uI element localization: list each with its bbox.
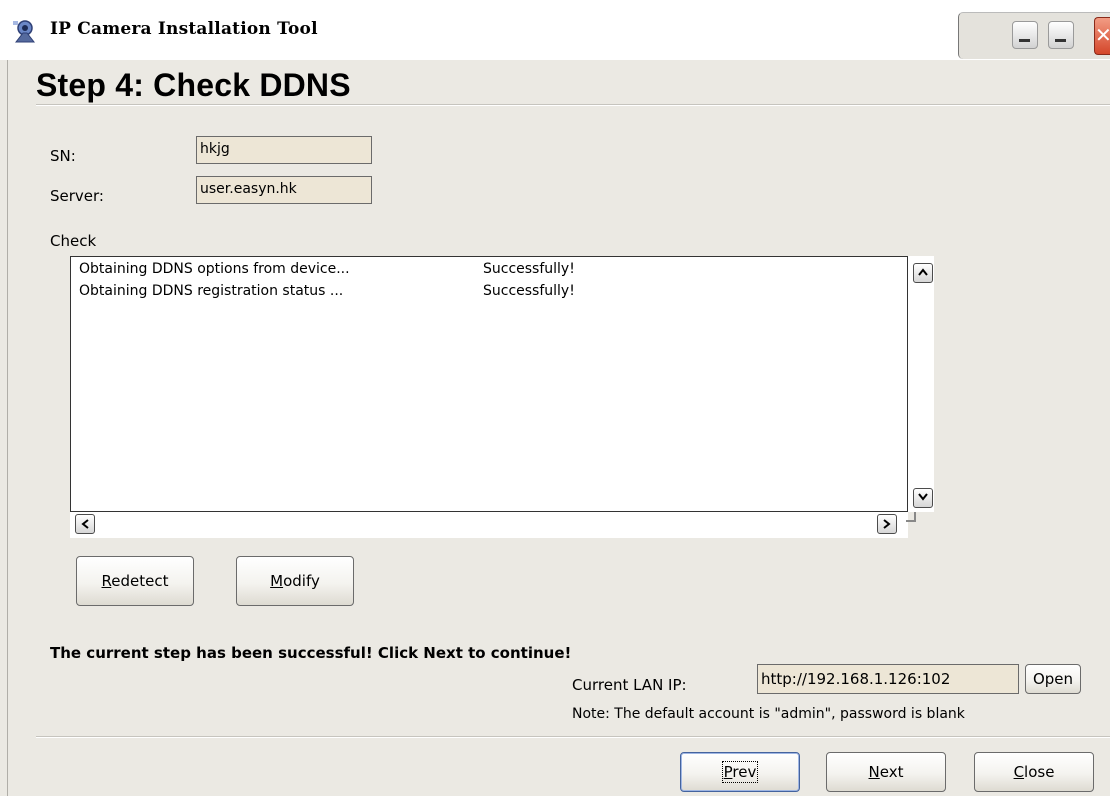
window-title: IP Camera Installation Tool	[50, 19, 318, 39]
modify-mnemonic: M	[270, 572, 284, 590]
title-bar: IP Camera Installation Tool ✕	[0, 0, 1110, 60]
log-result: Successfully!	[483, 283, 575, 299]
lan-ip-field[interactable]: http://192.168.1.126:102	[757, 664, 1019, 694]
maximize-button[interactable]	[1048, 21, 1074, 49]
resize-grip[interactable]	[906, 512, 916, 522]
open-button[interactable]: Open	[1025, 664, 1081, 694]
prev-label: rev	[732, 763, 757, 781]
minimize-icon	[1019, 39, 1030, 42]
log-result: Successfully!	[483, 261, 575, 277]
close-window-button[interactable]: ✕	[1094, 17, 1110, 55]
check-label: Check	[50, 232, 97, 250]
close-mnemonic: C	[1013, 763, 1025, 781]
page-title: Step 4: Check DDNS	[36, 67, 351, 103]
scroll-right-button[interactable]	[877, 514, 897, 534]
chevron-down-icon	[918, 493, 928, 501]
footer-divider	[36, 736, 1110, 738]
modify-label: odify	[283, 572, 320, 590]
redetect-button[interactable]: Redetect	[76, 556, 194, 606]
close-icon: ✕	[1095, 23, 1110, 47]
default-account-note: Note: The default account is "admin", pa…	[572, 706, 965, 722]
chevron-left-icon	[81, 519, 89, 529]
vertical-scrollbar[interactable]	[908, 256, 934, 512]
server-field[interactable]: user.easyn.hk	[196, 176, 372, 204]
redetect-mnemonic: R	[101, 572, 112, 590]
next-mnemonic: N	[868, 763, 880, 781]
scroll-left-button[interactable]	[75, 514, 95, 534]
minimize-icon	[1055, 39, 1066, 42]
chevron-right-icon	[883, 519, 891, 529]
log-task: Obtaining DDNS options from device...	[79, 261, 350, 277]
lan-ip-label: Current LAN IP:	[572, 676, 687, 694]
chevron-up-icon	[918, 268, 928, 276]
close-label: lose	[1024, 763, 1055, 781]
minimize-button[interactable]	[1012, 21, 1038, 49]
scroll-up-button[interactable]	[913, 263, 933, 283]
server-label: Server:	[50, 187, 104, 205]
prev-button[interactable]: Prev	[680, 752, 800, 792]
close-button[interactable]: Close	[974, 752, 1094, 792]
next-label: ext	[879, 763, 904, 781]
sn-field[interactable]: hkjg	[196, 136, 372, 164]
camera-icon	[10, 18, 40, 44]
sn-label: SN:	[50, 147, 76, 165]
redetect-label: edetect	[111, 572, 169, 590]
scroll-down-button[interactable]	[913, 488, 933, 508]
title-divider	[36, 104, 1110, 106]
status-message: The current step has been successful! Cl…	[50, 644, 572, 662]
log-task: Obtaining DDNS registration status ...	[79, 283, 344, 299]
check-log[interactable]: Obtaining DDNS options from device... Su…	[70, 256, 908, 512]
window-frame-edge	[7, 60, 8, 796]
next-button[interactable]: Next	[826, 752, 946, 792]
horizontal-scrollbar[interactable]	[70, 512, 908, 538]
modify-button[interactable]: Modify	[236, 556, 354, 606]
